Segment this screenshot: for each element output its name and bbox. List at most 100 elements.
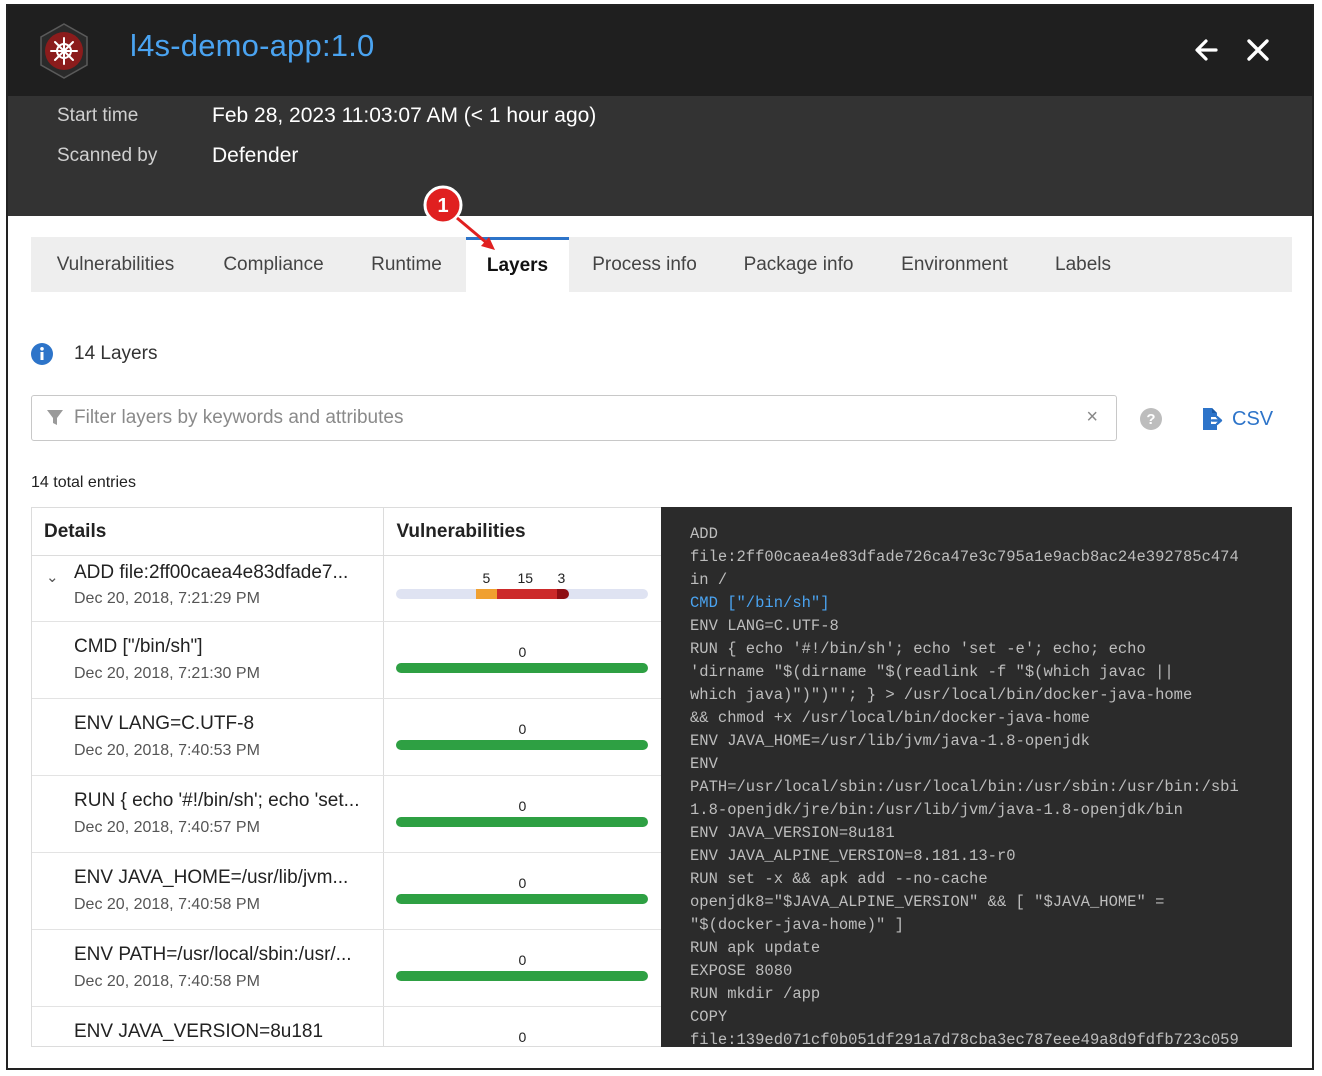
code-line: which java)")")"'; } > /usr/local/bin/do…: [690, 686, 1193, 704]
code-line: 'dirname "$(dirname "$(readlink -f "$(wh…: [690, 663, 1174, 681]
details-cell: ENV PATH=/usr/local/sbin:/usr/... Dec 20…: [32, 930, 385, 1006]
vulnerability-total: 0: [518, 798, 527, 814]
scanned-by-row: Scanned by Defender: [57, 141, 298, 171]
table-row[interactable]: ENV JAVA_VERSION=8u181 0: [32, 1007, 661, 1046]
layer-details-dialog: l4s-demo-app:1.0 Start time Feb 28, 2023…: [6, 4, 1314, 1070]
table-row[interactable]: RUN { echo '#!/bin/sh'; echo 'set... Dec…: [32, 776, 661, 853]
layer-commands-panel[interactable]: ADD file:2ff00caea4e83dfade726ca47e3c795a…: [661, 507, 1292, 1047]
details-cell: ⌄ ADD file:2ff00caea4e83dfade7... Dec 20…: [32, 556, 385, 621]
vulnerability-bar: [396, 817, 649, 827]
column-header-vulnerabilities[interactable]: Vulnerabilities: [384, 508, 661, 555]
close-icon: [1247, 39, 1269, 61]
tab-package-info[interactable]: Package info: [720, 237, 877, 292]
code-line: file:2ff00caea4e83dfade726ca47e3c795a1e9…: [690, 548, 1239, 566]
layer-date: Dec 20, 2018, 7:40:58 PM: [74, 973, 260, 990]
vulnerabilities-cell: 0: [384, 1007, 661, 1046]
medium-count: 5: [482, 570, 491, 586]
layer-instruction: ENV JAVA_HOME=/usr/lib/jvm...: [74, 867, 349, 888]
table-row[interactable]: ENV LANG=C.UTF-8 Dec 20, 2018, 7:40:53 P…: [32, 699, 661, 776]
help-icon[interactable]: ?: [1140, 408, 1162, 430]
table-row[interactable]: CMD ["/bin/sh"] Dec 20, 2018, 7:21:30 PM…: [32, 622, 661, 699]
filter-box: ×: [31, 395, 1117, 441]
scan-meta: Start time Feb 28, 2023 11:03:07 AM (< 1…: [8, 96, 1312, 216]
code-line: RUN mkdir /app: [690, 985, 821, 1003]
vulnerability-total: 0: [518, 644, 527, 660]
close-button[interactable]: [1240, 32, 1276, 68]
start-time-label: Start time: [57, 105, 139, 126]
layer-date: Dec 20, 2018, 7:40:53 PM: [74, 742, 260, 759]
vulnerability-total: 0: [518, 1029, 527, 1045]
details-cell: CMD ["/bin/sh"] Dec 20, 2018, 7:21:30 PM: [32, 622, 385, 698]
vulnerabilities-cell: 0: [384, 776, 661, 852]
tab-vulnerabilities[interactable]: Vulnerabilities: [31, 237, 200, 292]
critical-count: 3: [557, 570, 566, 586]
callout-number: 1: [437, 195, 448, 217]
vulnerabilities-cell: 5 15 3: [384, 556, 661, 621]
code-line: openjdk8="$JAVA_ALPINE_VERSION" && [ "$J…: [690, 893, 1165, 911]
details-cell: RUN { echo '#!/bin/sh'; echo 'set... Dec…: [32, 776, 385, 852]
arrow-left-icon: [1195, 39, 1218, 61]
high-segment: [497, 589, 558, 599]
table-row[interactable]: ENV JAVA_HOME=/usr/lib/jvm... Dec 20, 20…: [32, 853, 661, 930]
csv-export-button[interactable]: CSV: [1202, 404, 1273, 434]
code-line: CMD ["/bin/sh"]: [690, 594, 830, 612]
details-cell: ENV JAVA_VERSION=8u181: [32, 1007, 385, 1046]
details-cell: ENV JAVA_HOME=/usr/lib/jvm... Dec 20, 20…: [32, 853, 385, 929]
vulnerability-total: 0: [518, 721, 527, 737]
filter-input[interactable]: [74, 407, 1034, 429]
tab-bar: Vulnerabilities Compliance Runtime Layer…: [31, 237, 1292, 292]
vulnerability-bar: [396, 589, 649, 599]
layers-table: Details Vulnerabilities ⌄ ADD file:2ff00…: [31, 507, 661, 1047]
vulnerability-bar: [396, 663, 649, 673]
tab-runtime[interactable]: Runtime: [347, 237, 466, 292]
clear-filter-button[interactable]: ×: [1086, 406, 1098, 429]
layers-count-row: 14 Layers: [31, 340, 157, 368]
vulnerability-total: 0: [518, 952, 527, 968]
layers-count: 14 Layers: [74, 343, 158, 364]
table-row[interactable]: ENV PATH=/usr/local/sbin:/usr/... Dec 20…: [32, 930, 661, 1007]
layer-date: Dec 20, 2018, 7:40:57 PM: [74, 819, 260, 836]
total-entries: 14 total entries: [31, 474, 136, 491]
code-line: RUN set -x && apk add --no-cache: [690, 870, 988, 888]
tab-compliance[interactable]: Compliance: [200, 237, 347, 292]
dialog-header: l4s-demo-app:1.0: [8, 6, 1312, 96]
code-line: COPY: [690, 1008, 728, 1026]
layer-date: Dec 20, 2018, 7:40:58 PM: [74, 896, 260, 913]
code-line: PATH=/usr/local/sbin:/usr/local/bin:/usr…: [690, 778, 1239, 796]
vulnerability-bar: [396, 971, 649, 981]
vulnerability-bar: [396, 740, 649, 750]
step-callout: 1: [423, 185, 495, 250]
filter-icon: [47, 410, 63, 425]
vulnerability-bar: [396, 894, 649, 904]
tab-process-info[interactable]: Process info: [569, 237, 720, 292]
layer-instruction: ADD file:2ff00caea4e83dfade7...: [74, 562, 349, 583]
high-count: 15: [517, 570, 534, 586]
tab-layers[interactable]: Layers: [466, 237, 569, 292]
code-line: file:139ed071cf0b051df291a7d78cba3ec787e…: [690, 1031, 1239, 1047]
chevron-down-icon[interactable]: ⌄: [46, 568, 59, 586]
back-button[interactable]: [1188, 32, 1224, 68]
start-time-row: Start time Feb 28, 2023 11:03:07 AM (< 1…: [57, 101, 596, 131]
table-row[interactable]: ⌄ ADD file:2ff00caea4e83dfade7... Dec 20…: [32, 556, 661, 622]
scanned-by-value: Defender: [212, 144, 299, 167]
code-line: ENV JAVA_HOME=/usr/lib/jvm/java-1.8-open…: [690, 732, 1090, 750]
kubernetes-helm-icon: [40, 23, 88, 79]
code-line: RUN apk update: [690, 939, 821, 957]
tab-environment[interactable]: Environment: [877, 237, 1032, 292]
code-line: EXPOSE 8080: [690, 962, 793, 980]
tab-labels[interactable]: Labels: [1032, 237, 1134, 292]
vulnerabilities-cell: 0: [384, 622, 661, 698]
code-line: && chmod +x /usr/local/bin/docker-java-h…: [690, 709, 1090, 727]
scanned-by-label: Scanned by: [57, 145, 158, 166]
layer-instruction: RUN { echo '#!/bin/sh'; echo 'set...: [74, 790, 360, 811]
code-line: "$(docker-java-home)" ]: [690, 916, 904, 934]
layer-instruction: ENV JAVA_VERSION=8u181: [74, 1021, 324, 1042]
info-icon: [31, 343, 53, 365]
vulnerability-total: 0: [518, 875, 527, 891]
code-line: 1.8-openjdk/jre/bin:/usr/lib/jvm/java-1.…: [690, 801, 1183, 819]
column-header-details[interactable]: Details: [32, 508, 385, 555]
table-header: Details Vulnerabilities: [32, 508, 661, 556]
code-line: ENV LANG=C.UTF-8: [690, 617, 839, 635]
page-title: l4s-demo-app:1.0: [130, 28, 375, 63]
code-line: ENV JAVA_VERSION=8u181: [690, 824, 895, 842]
